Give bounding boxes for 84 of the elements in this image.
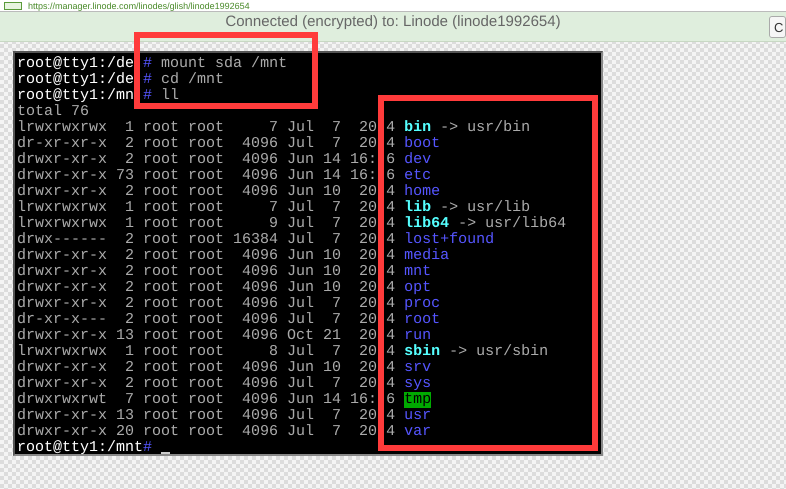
file-name: srv: [404, 360, 432, 376]
time-fragment: 4: [386, 184, 396, 200]
file-details: drwxr-xr-x 73 root root 4096 Jun 14 16:: [17, 168, 378, 184]
file-details: drwxr-xr-x 2 root root 4096 Jul 7 20: [17, 376, 378, 392]
file-details: dr-xr-x--- 2 root root 4096 Jul 7 20: [17, 312, 378, 328]
file-name: proc: [404, 296, 440, 312]
command-text: cd /mnt: [161, 72, 224, 88]
file-details: lrwxrwxrwx 1 root root 7 Jul 7 20: [17, 200, 378, 216]
link-arrow: ->: [440, 200, 458, 216]
file-name: lib64: [404, 216, 450, 232]
file-name: tmp: [404, 392, 432, 408]
file-details: drwxr-xr-x 2 root root 4096 Jun 14 16:: [17, 152, 378, 168]
file-name: opt: [404, 280, 432, 296]
prompt-symbol: #: [143, 56, 152, 72]
link-arrow: ->: [440, 120, 458, 136]
file-details: drwxr-xr-x 2 root root 4096 Jul 7 20: [17, 296, 378, 312]
file-name: dev: [404, 152, 432, 168]
time-fragment: 4: [386, 120, 396, 136]
shell-prompt: root@tty1:/de: [17, 72, 134, 88]
file-details: drwxr-xr-x 20 root root 4096 Jul 7 20: [17, 424, 378, 440]
file-details: lrwxrwxrwx 1 root root 8 Jul 7 20: [17, 344, 378, 360]
file-details: drwxr-xr-x 13 root root 4096 Oct 21 20: [17, 328, 378, 344]
command-text: mount sda /mnt: [161, 56, 288, 72]
link-arrow: ->: [449, 344, 468, 360]
time-fragment: 4: [386, 328, 396, 344]
security-icon: [4, 2, 22, 10]
file-name: boot: [404, 136, 440, 152]
time-fragment: 4: [386, 216, 396, 232]
connection-status: Connected (encrypted) to: Linode (linode1992654): [225, 13, 561, 31]
file-details: drwxr-xr-x 2 root root 4096 Jun 10 20: [17, 184, 378, 200]
file-details: drwxr-xr-x 2 root root 4096 Jun 10 20: [17, 248, 378, 264]
file-details: drwxr-xr-x 2 root root 4096 Jun 10 20: [17, 360, 378, 376]
file-name: home: [404, 184, 440, 200]
file-name: lost+found: [404, 232, 494, 248]
prompt-symbol: #: [143, 88, 152, 104]
file-name: var: [404, 424, 432, 440]
time-fragment: 4: [386, 200, 396, 216]
command-text: ll: [161, 88, 180, 104]
file-name: mnt: [404, 264, 432, 280]
link-target: usr/lib64: [485, 216, 566, 232]
total-text: total 76: [17, 104, 90, 120]
shell-prompt: root@tty1:/mnt: [17, 440, 144, 456]
file-name: sbin: [404, 344, 440, 360]
time-fragment: 4: [386, 360, 396, 376]
time-fragment: 6: [386, 392, 396, 408]
link-arrow: ->: [458, 216, 476, 232]
time-fragment: 4: [386, 280, 396, 296]
file-details: drwxr-xr-x 2 root root 4096 Jun 10 20: [17, 280, 378, 296]
time-fragment: 6: [386, 152, 396, 168]
time-fragment: 4: [386, 296, 396, 312]
time-fragment: 4: [386, 312, 396, 328]
file-details: drwxr-xr-x 2 root root 4096 Jun 10 20: [17, 264, 378, 280]
file-name: etc: [404, 168, 432, 184]
time-fragment: 4: [386, 376, 396, 392]
file-name: run: [404, 328, 432, 344]
prompt-symbol: #: [143, 440, 152, 456]
time-fragment: 4: [386, 344, 396, 360]
file-name: root: [404, 312, 440, 328]
link-target: usr/sbin: [476, 344, 548, 360]
prompt-symbol: #: [143, 72, 152, 88]
time-fragment: 4: [386, 136, 396, 152]
link-target: usr/lib: [467, 200, 530, 216]
file-name: sys: [404, 376, 432, 392]
file-details: lrwxrwxrwx 1 root root 9 Jul 7 20: [17, 216, 378, 232]
time-fragment: 4: [386, 232, 396, 248]
banner-button[interactable]: C: [769, 16, 786, 38]
link-target: usr/bin: [467, 120, 530, 136]
file-name: lib: [404, 200, 432, 216]
file-name: bin: [404, 120, 432, 136]
file-details: lrwxrwxrwx 1 root root 7 Jul 7 20: [17, 120, 378, 136]
file-details: drwx------ 2 root root 16384 Jul 7 20: [17, 232, 378, 248]
time-fragment: 4: [386, 264, 396, 280]
time-fragment: 4: [386, 424, 396, 440]
file-name: media: [404, 248, 450, 264]
time-fragment: 6: [386, 168, 396, 184]
shell-prompt: root@tty1:/mn: [17, 88, 134, 104]
time-fragment: 4: [386, 248, 396, 264]
file-details: drwxrwxrwt 7 root root 4096 Jun 14 16:: [17, 392, 378, 408]
shell-prompt: root@tty1:/de: [17, 56, 134, 72]
terminal-screen[interactable]: [13, 51, 603, 456]
file-details: dr-xr-xr-x 2 root root 4096 Jul 7 20: [17, 136, 378, 152]
time-fragment: 4: [386, 408, 396, 424]
file-details: drwxr-xr-x 13 root root 4096 Jul 7 20: [17, 408, 378, 424]
file-name: usr: [404, 408, 432, 424]
